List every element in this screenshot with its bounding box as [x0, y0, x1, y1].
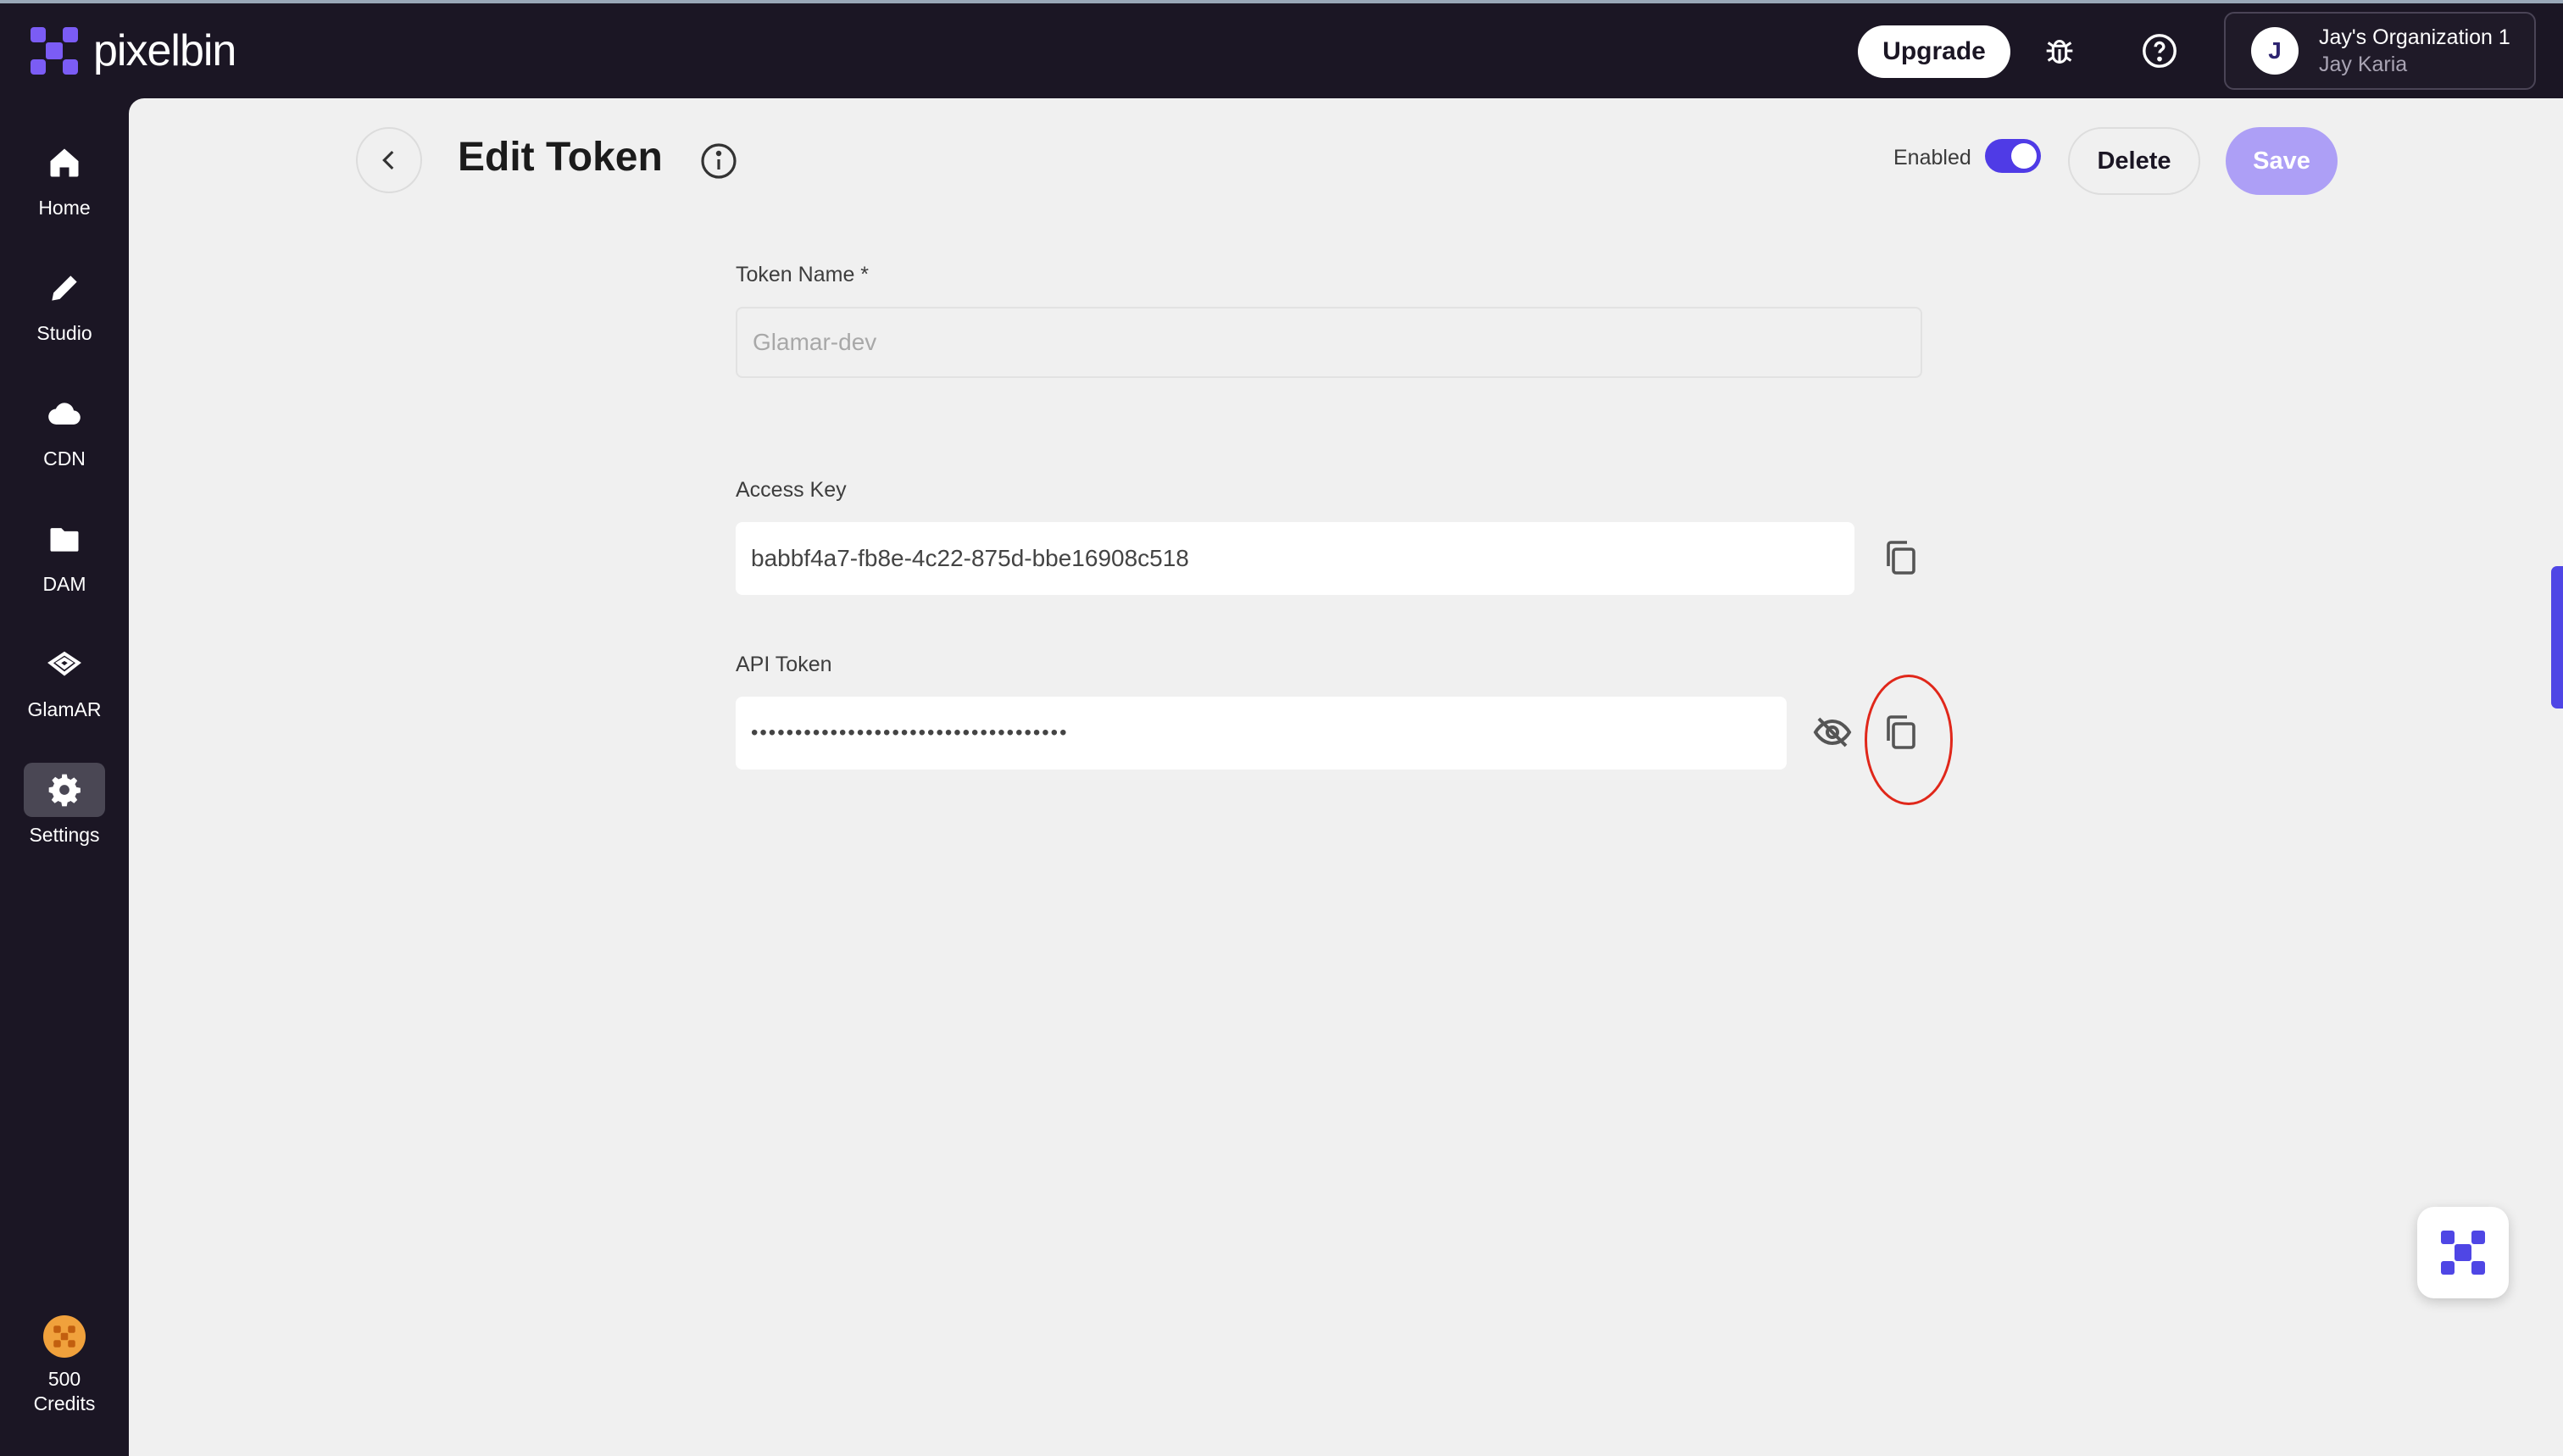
user-name: Jay Karia — [2319, 53, 2408, 76]
brand-name: pixelbin — [93, 26, 236, 75]
chevron-left-icon — [382, 150, 394, 170]
sidebar-item-label: CDN — [43, 447, 86, 470]
sidebar-item-label: DAM — [42, 573, 86, 595]
toggle-visibility-button[interactable] — [1807, 707, 1858, 758]
organization-switcher[interactable]: J Jay's Organization 1 Jay Karia — [2224, 12, 2536, 90]
access-key-field[interactable]: babbf4a7-fb8e-4c22-875d-bbe16908c518 — [736, 522, 1854, 595]
sidebar-item-cdn[interactable]: CDN — [0, 386, 129, 497]
sidebar-item-dam[interactable]: DAM — [0, 512, 129, 622]
bug-icon[interactable] — [2038, 29, 2082, 73]
top-bar: pixelbin Upgrade J Jay's Organization 1 … — [0, 3, 2563, 98]
toggle-knob — [2011, 143, 2037, 169]
pixelbin-logo-icon — [31, 27, 78, 75]
cloud-icon — [24, 386, 105, 441]
delete-button[interactable]: Delete — [2068, 127, 2200, 195]
avatar: J — [2251, 27, 2299, 75]
api-token-label: API Token — [736, 653, 832, 676]
page-title: Edit Token — [458, 135, 663, 180]
sidebar-item-settings[interactable]: Settings — [0, 763, 129, 873]
sidebar-item-label: Settings — [29, 824, 100, 846]
pixelbin-fab-icon — [2441, 1231, 2485, 1275]
token-name-label: Token Name * — [736, 263, 870, 286]
upgrade-button[interactable]: Upgrade — [1858, 25, 2010, 78]
credits-amount: 500 — [47, 1368, 81, 1390]
organization-name: Jay's Organization 1 — [2319, 25, 2510, 49]
main-panel: Edit Token Enabled Delete Save Token Nam… — [129, 98, 2563, 1456]
sidebar: Home Studio CDN DAM GlamAR Settings 500 … — [0, 98, 129, 1456]
enabled-label: Enabled — [1893, 146, 1971, 169]
pixelbin-assistant-button[interactable] — [2417, 1207, 2509, 1298]
pencil-icon — [24, 261, 105, 315]
access-key-label: Access Key — [736, 478, 847, 502]
sidebar-item-label: GlamAR — [27, 698, 102, 720]
credits-coin-icon — [43, 1315, 86, 1358]
sidebar-item-home[interactable]: Home — [0, 136, 129, 246]
sidebar-item-studio[interactable]: Studio — [0, 261, 129, 371]
copy-icon — [1887, 715, 1915, 749]
gear-icon — [24, 763, 105, 817]
sidebar-item-label: Studio — [36, 322, 92, 344]
home-icon — [24, 136, 105, 190]
glamar-icon — [24, 637, 105, 692]
copy-icon — [1887, 541, 1915, 575]
folder-icon — [24, 512, 105, 566]
pixelbin-logo[interactable]: pixelbin — [27, 24, 236, 78]
credits-indicator[interactable]: 500 Credits — [0, 1315, 129, 1415]
token-name-input[interactable]: Glamar-dev — [736, 307, 1922, 378]
enabled-toggle[interactable] — [1985, 139, 2041, 173]
save-button[interactable]: Save — [2226, 127, 2338, 195]
sidebar-item-label: Home — [38, 197, 91, 219]
api-token-field[interactable]: •••••••••••••••••••••••••••••••••••• — [736, 697, 1787, 770]
eye-off-icon — [1813, 717, 1852, 747]
help-circle-icon[interactable] — [2138, 29, 2182, 73]
copy-api-token-button[interactable] — [1875, 707, 1926, 758]
info-icon[interactable] — [698, 141, 739, 181]
credits-label: Credits — [33, 1392, 96, 1414]
back-button[interactable] — [356, 127, 422, 193]
copy-access-key-button[interactable] — [1875, 532, 1926, 583]
side-feedback-tab[interactable] — [2551, 566, 2563, 709]
sidebar-item-glamar[interactable]: GlamAR — [0, 637, 129, 747]
